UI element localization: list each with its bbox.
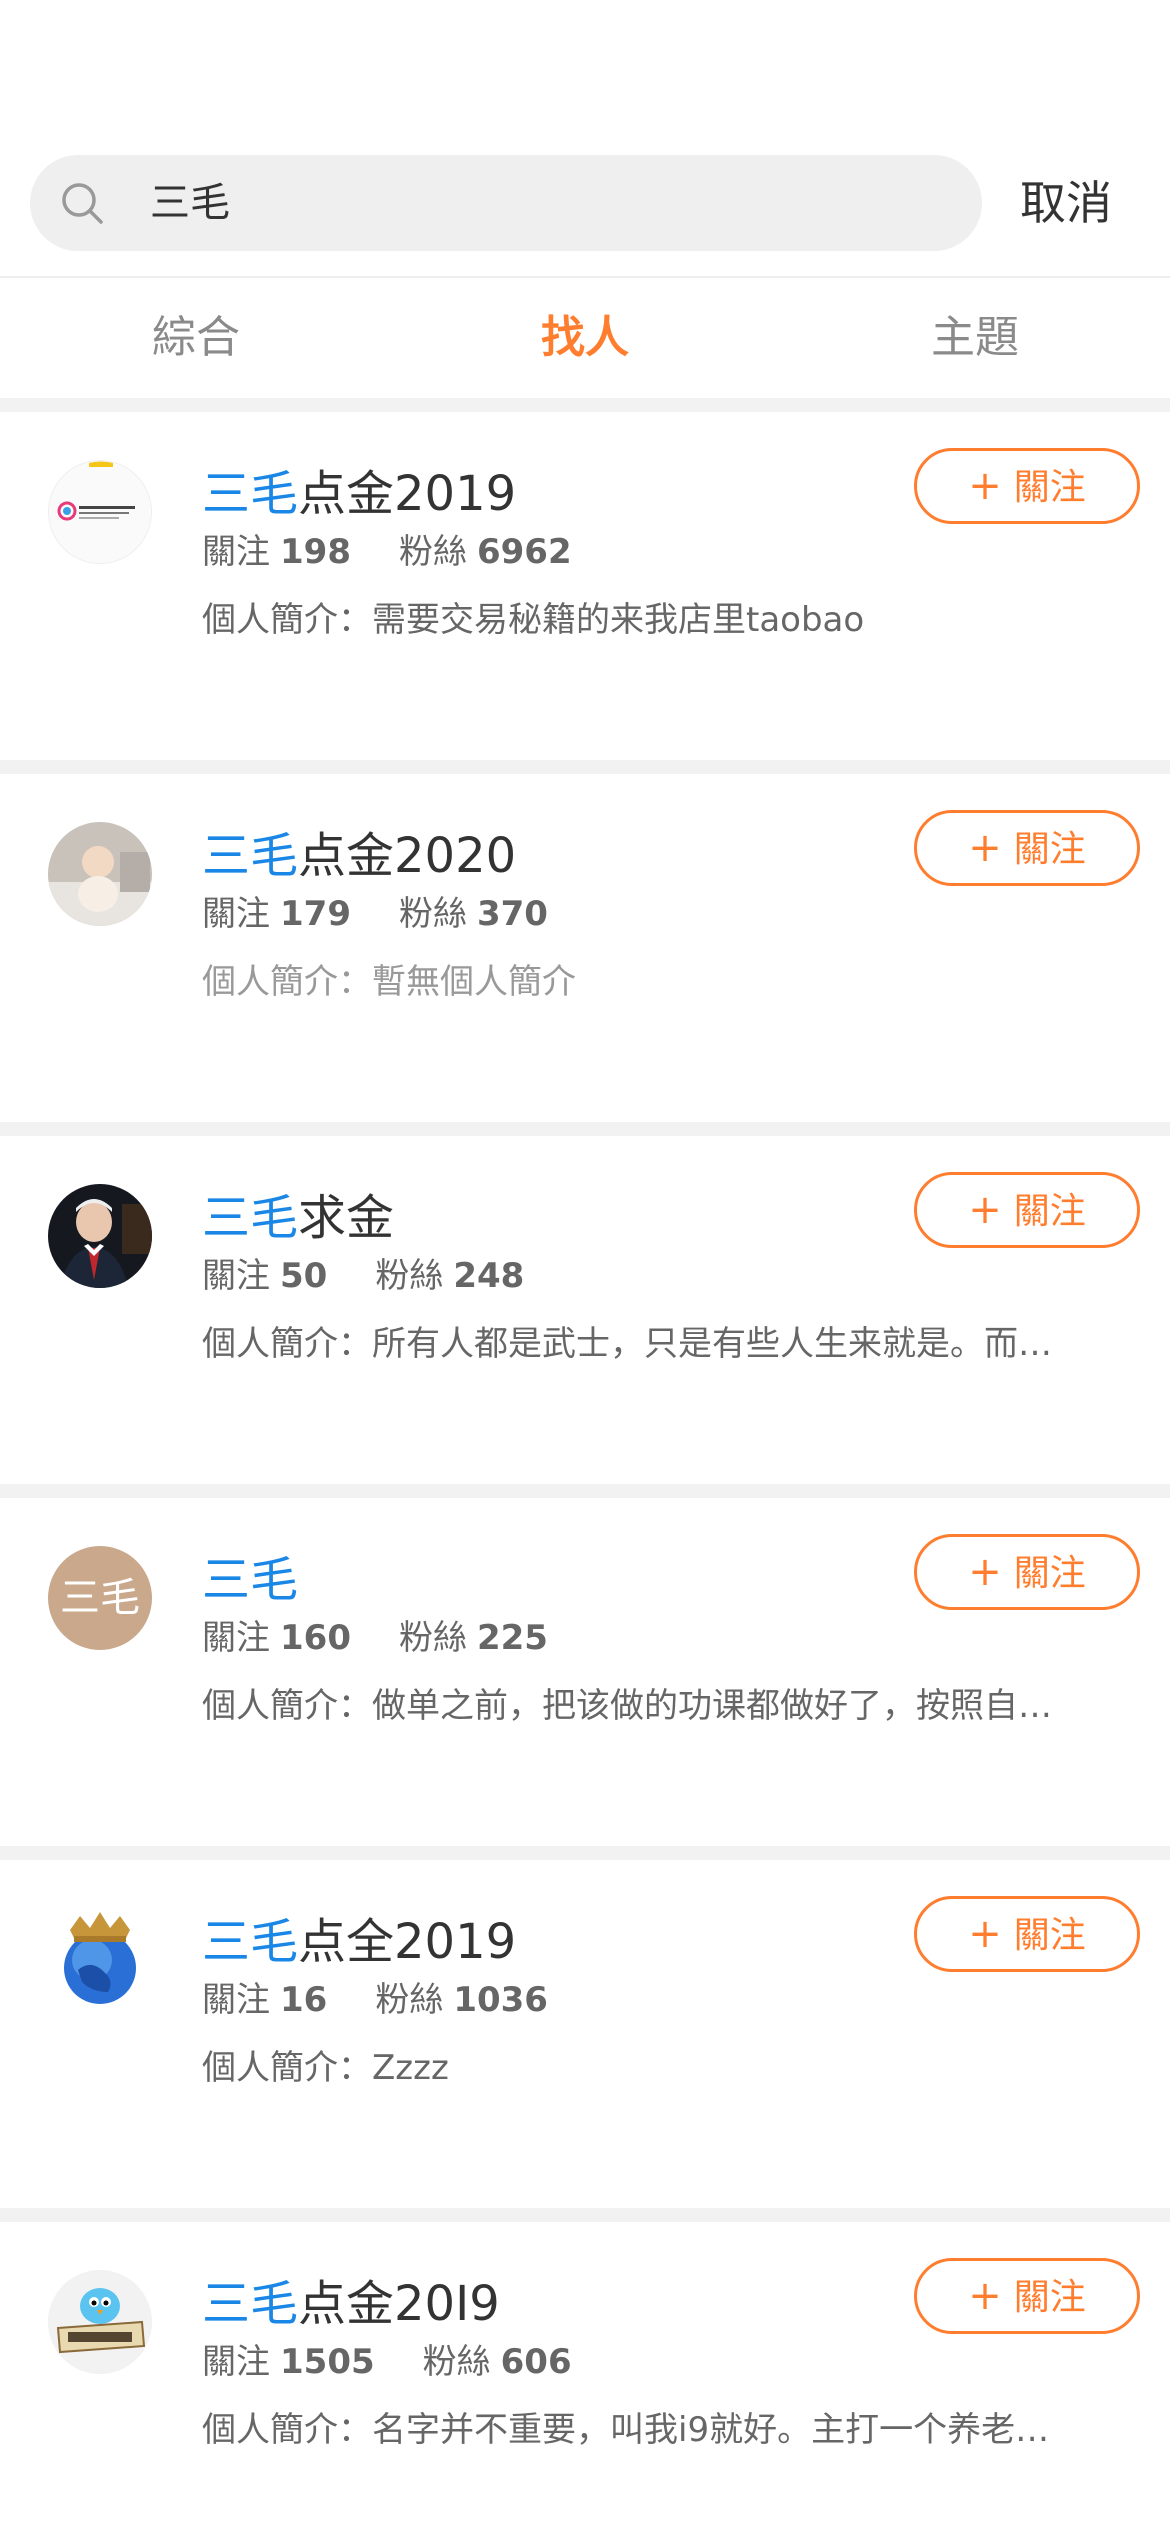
user-card[interactable]: 三毛 三毛 關注 160 粉絲 225 個人簡介：做单之前，把该做的功课都做好了，按照… xyxy=(0,1498,1170,1846)
user-card[interactable]: 三毛点金2020 關注 179 粉絲 370 個人簡介：暫無個人簡介 + 關注 xyxy=(0,774,1170,1122)
user-name[interactable]: 三毛 xyxy=(202,1540,298,1610)
section-divider xyxy=(0,398,1170,412)
user-bio: 個人簡介：需要交易秘籍的来我店里taobao xyxy=(202,600,865,640)
tab-topics[interactable]: 主題 xyxy=(825,278,1125,398)
user-name[interactable]: 三毛点全2019 xyxy=(202,1902,516,1972)
section-divider xyxy=(0,1846,1170,1860)
user-bio: 個人簡介：所有人都是武士，只是有些人生来就是。而… xyxy=(202,1324,1052,1364)
user-stats: 關注 50 粉絲 248 xyxy=(202,1256,525,1296)
follow-button[interactable]: + 關注 xyxy=(914,1896,1140,1972)
section-divider xyxy=(0,2208,1170,2222)
user-card[interactable]: 三毛求金 關注 50 粉絲 248 個人簡介：所有人都是武士，只是有些人生来就是。而…… xyxy=(0,1136,1170,1484)
user-bio: 個人簡介：暫無個人簡介 xyxy=(202,962,576,1002)
user-stats: 關注 1505 粉絲 606 xyxy=(202,2342,572,2382)
user-name[interactable]: 三毛求金 xyxy=(202,1178,394,1248)
user-bio: 個人簡介：做单之前，把该做的功课都做好了，按照自… xyxy=(202,1686,1052,1726)
user-stats: 關注 16 粉絲 1036 xyxy=(202,1980,548,2020)
avatar-text: 三毛 xyxy=(60,1575,140,1621)
user-stats: 關注 198 粉絲 6962 xyxy=(202,532,572,572)
text-avatar[interactable]: 三毛 xyxy=(48,1546,152,1650)
search-bar[interactable] xyxy=(30,155,982,251)
user-bio: 個人簡介：Zzzz xyxy=(202,2048,449,2088)
baby-photo-avatar[interactable] xyxy=(48,822,152,926)
follow-button[interactable]: + 關注 xyxy=(914,1172,1140,1248)
follow-button[interactable]: + 關注 xyxy=(914,1534,1140,1610)
follow-button[interactable]: + 關注 xyxy=(914,448,1140,524)
follow-button[interactable]: + 關注 xyxy=(914,810,1140,886)
user-stats: 關注 179 粉絲 370 xyxy=(202,894,548,934)
search-input[interactable] xyxy=(150,155,950,251)
follow-button[interactable]: + 關注 xyxy=(914,2258,1140,2334)
tab-find-people[interactable]: 找人 xyxy=(435,278,735,398)
section-divider xyxy=(0,1484,1170,1498)
user-card[interactable]: 三毛点金2019 關注 198 粉絲 6962 個人簡介：需要交易秘籍的来我店里tao… xyxy=(0,412,1170,760)
logo-avatar[interactable] xyxy=(48,460,152,564)
globe-crown-avatar[interactable] xyxy=(48,1908,152,2012)
user-card[interactable]: 三毛点金20I9 關注 1505 粉絲 606 個人簡介：名字并不重要，叫我i9就好。… xyxy=(0,2222,1170,2532)
section-divider xyxy=(0,1122,1170,1136)
user-stats: 關注 160 粉絲 225 xyxy=(202,1618,548,1658)
user-card[interactable]: 三毛点全2019 關注 16 粉絲 1036 個人簡介：Zzzz + 關注 xyxy=(0,1860,1170,2208)
search-icon xyxy=(62,183,103,224)
user-bio: 個人簡介：名字并不重要，叫我i9就好。主打一个养老… xyxy=(202,2410,1050,2450)
user-name[interactable]: 三毛点金2019 xyxy=(202,454,516,524)
twitter-bird-avatar[interactable] xyxy=(48,2270,152,2374)
tab-comprehensive[interactable]: 綜合 xyxy=(46,278,346,398)
user-name[interactable]: 三毛点金2020 xyxy=(202,816,516,886)
cancel-button[interactable]: 取消 xyxy=(1020,155,1112,251)
tab-bar: 綜合 找人 主題 xyxy=(0,278,1170,398)
man-photo-avatar[interactable] xyxy=(48,1184,152,1288)
section-divider xyxy=(0,760,1170,774)
user-name[interactable]: 三毛点金20I9 xyxy=(202,2264,500,2334)
